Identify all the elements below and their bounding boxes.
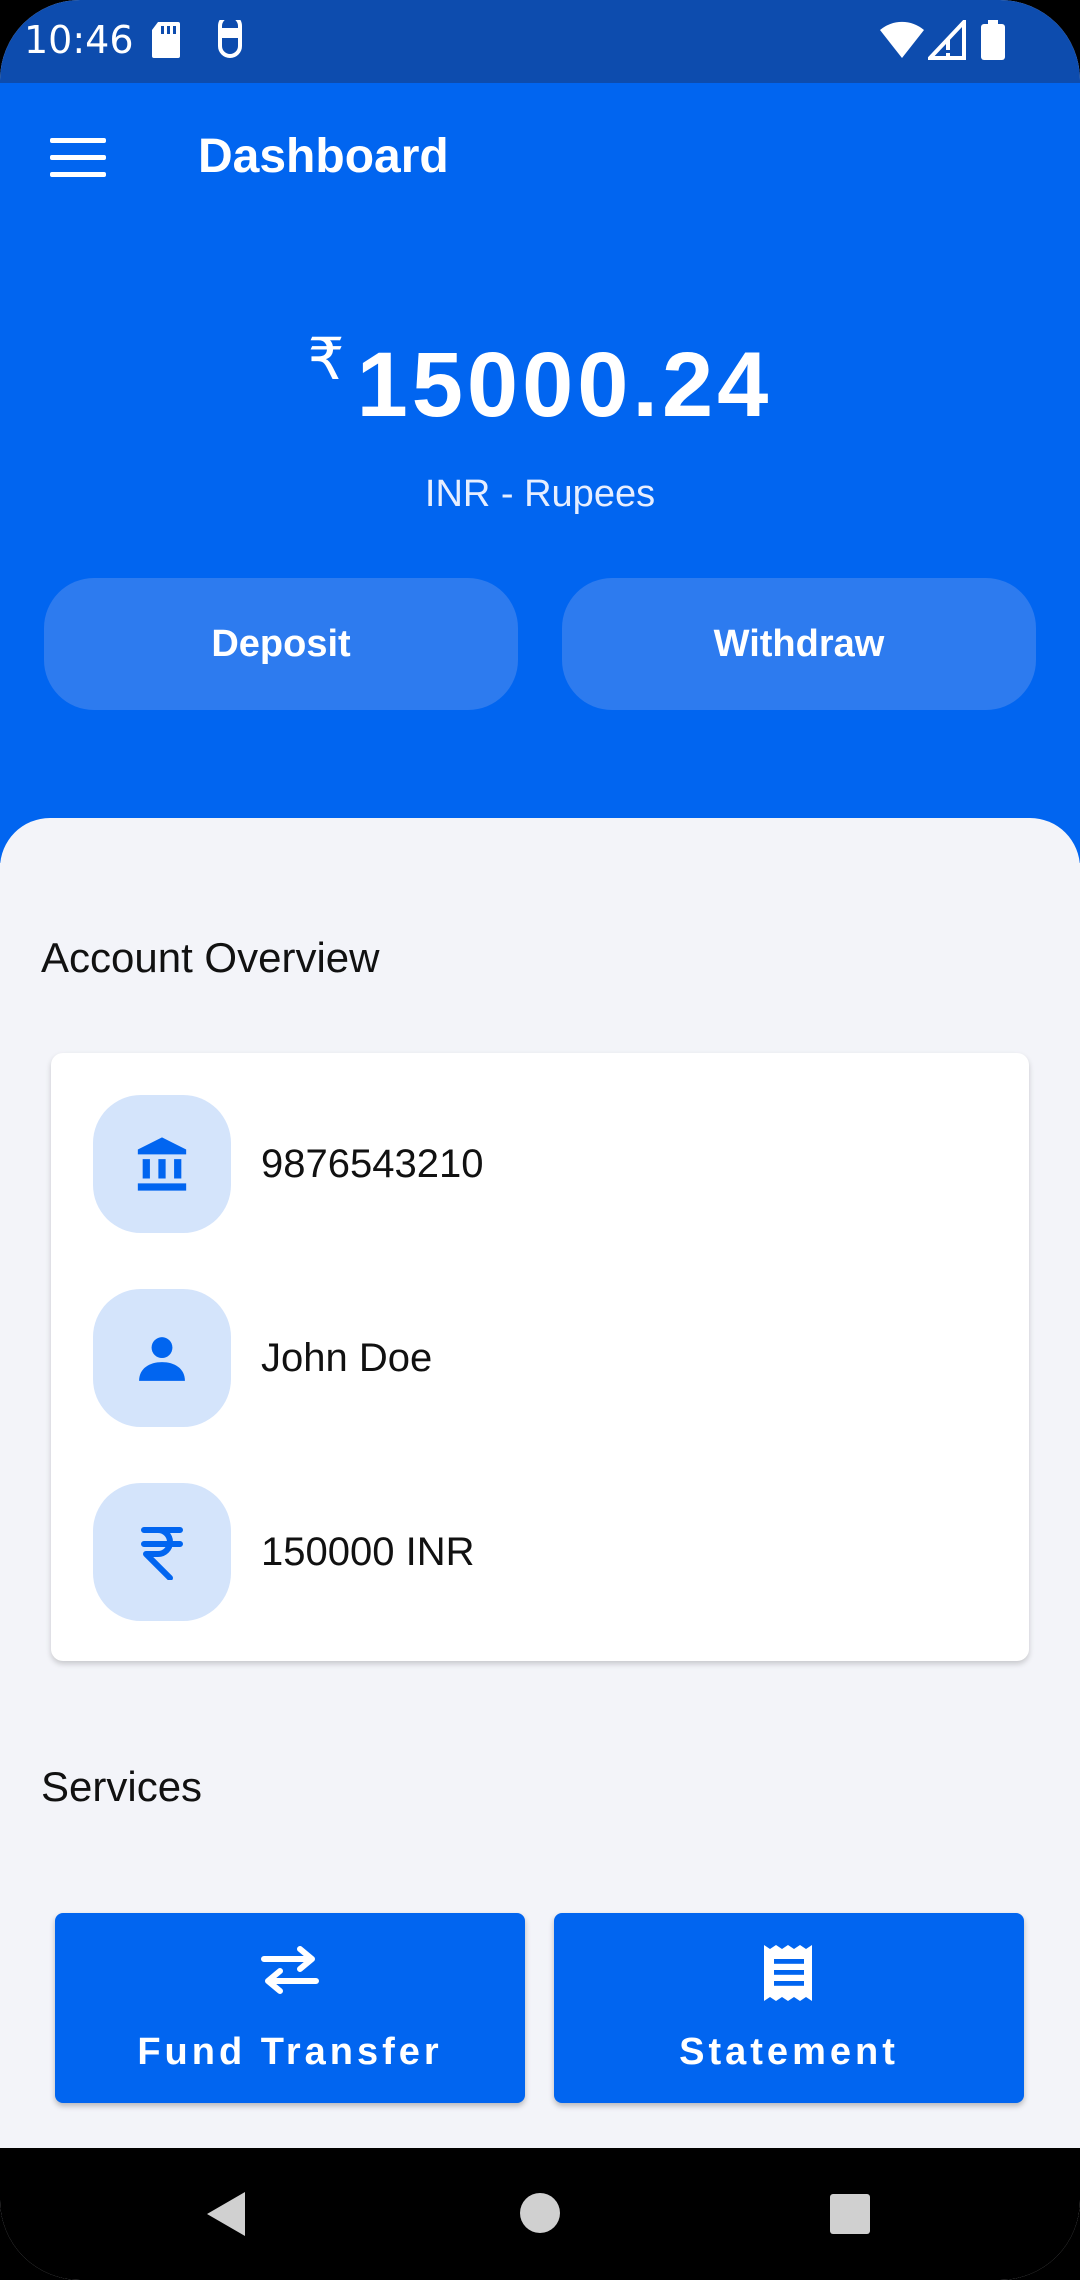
- page-title: Dashboard: [198, 130, 449, 183]
- assistant-icon: [212, 14, 248, 64]
- transfer-icon: [55, 1945, 525, 1995]
- status-bar: 10:46: [0, 0, 1080, 83]
- account-number-row: 9876543210: [93, 1095, 483, 1233]
- bank-icon: [93, 1095, 231, 1233]
- fund-transfer-button[interactable]: Fund Transfer: [55, 1913, 525, 2103]
- account-number: 9876543210: [261, 1141, 484, 1186]
- account-limit-row: 150000 INR: [93, 1483, 474, 1621]
- recents-icon[interactable]: [829, 2193, 871, 2239]
- account-balance-limit: 150000 INR: [261, 1529, 475, 1574]
- status-time: 10:46: [24, 18, 134, 62]
- battery-icon: [981, 20, 1005, 64]
- balance-currency-symbol: ₹: [307, 325, 345, 393]
- sd-card-icon: [150, 20, 182, 64]
- services-title: Services: [41, 1763, 203, 1810]
- account-overview-card: 9876543210 John Doe 150000 INR: [51, 1053, 1029, 1661]
- navigation-bar: [0, 2148, 1080, 2280]
- withdraw-button[interactable]: Withdraw: [562, 578, 1036, 710]
- home-icon[interactable]: [519, 2192, 561, 2238]
- statement-button[interactable]: Statement: [554, 1913, 1024, 2103]
- signal-icon: [925, 16, 966, 64]
- content-panel: Account Overview 9876543210 John Doe 150…: [0, 818, 1080, 2148]
- rupee-icon: [93, 1483, 231, 1621]
- fund-transfer-label: Fund Transfer: [137, 2031, 443, 2073]
- balance-display: ₹15000.24: [0, 325, 1080, 438]
- account-holder-name: John Doe: [261, 1335, 433, 1380]
- app-screen: 10:46 Dashboard ₹15000.24 INR - Rupees D…: [0, 0, 1080, 2280]
- menu-icon[interactable]: [50, 138, 106, 178]
- balance-amount: 15000.24: [356, 334, 773, 436]
- deposit-button[interactable]: Deposit: [44, 578, 518, 710]
- person-icon: [93, 1289, 231, 1427]
- statement-label: Statement: [679, 2031, 899, 2073]
- receipt-icon: [554, 1945, 1024, 2001]
- account-holder-row: John Doe: [93, 1289, 432, 1427]
- back-icon[interactable]: [205, 2190, 247, 2242]
- wifi-icon: [880, 20, 924, 64]
- dashboard-header: Dashboard ₹15000.24 INR - Rupees Deposit…: [0, 83, 1080, 863]
- currency-label: INR - Rupees: [424, 473, 656, 515]
- account-overview-title: Account Overview: [41, 934, 380, 981]
